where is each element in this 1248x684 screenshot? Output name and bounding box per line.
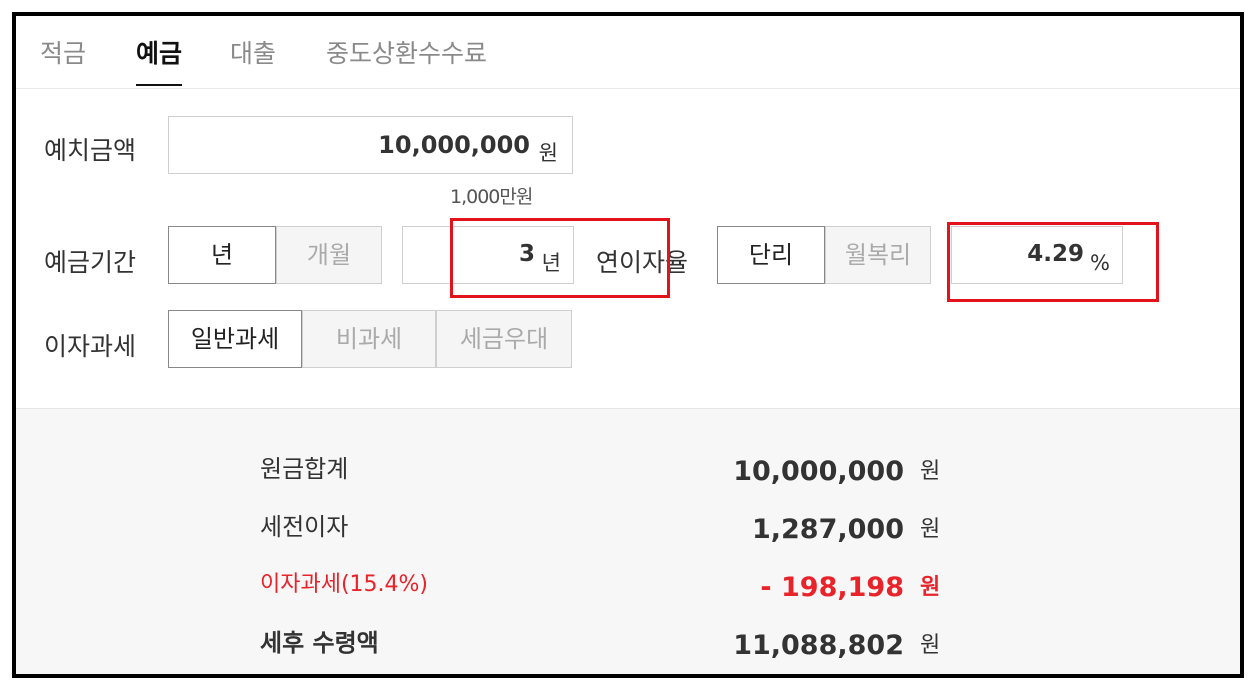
- tab-prepayment-fee[interactable]: 중도상환수수료: [326, 36, 487, 86]
- rate-value: 4.29: [1027, 241, 1084, 267]
- result-value-pretax-interest: 1,287,000: [751, 514, 904, 545]
- deposit-amount-unit: 원: [538, 141, 558, 165]
- result-unit-principal: 원: [920, 459, 941, 484]
- deposit-amount-value: 10,000,000: [378, 131, 530, 159]
- tab-deposit[interactable]: 예금: [136, 36, 183, 86]
- tax-label: 이자과세: [44, 332, 137, 361]
- result-label-interest-tax: 이자과세(15.4%): [260, 572, 429, 597]
- rate-monthly-compound-button[interactable]: 월복리: [825, 226, 931, 284]
- period-unit-year-button[interactable]: 년: [168, 226, 276, 284]
- result-label-principal: 원금합계: [260, 455, 349, 483]
- results-panel: 원금합계 10,000,000 원 세전이자 1,287,000 원 이자과세(…: [16, 408, 1240, 674]
- deposit-amount-input[interactable]: 10,000,000 원: [168, 116, 573, 174]
- result-value-interest-tax: - 198,198: [760, 572, 904, 603]
- tab-loan[interactable]: 대출: [230, 36, 276, 86]
- period-label: 예금기간: [44, 248, 137, 277]
- period-unit-month-button[interactable]: 개월: [276, 226, 382, 284]
- result-label-pretax-interest: 세전이자: [260, 513, 349, 541]
- rate-simple-button[interactable]: 단리: [717, 226, 825, 284]
- tab-bar: 적금 예금 대출 중도상환수수료: [16, 16, 1240, 89]
- period-value: 3: [518, 241, 535, 267]
- calculator-frame: 적금 예금 대출 중도상환수수료 예치금액 10,000,000 원 1,000…: [12, 12, 1244, 678]
- tax-exempt-button[interactable]: 비과세: [302, 310, 436, 368]
- period-input[interactable]: 3 년: [402, 226, 574, 284]
- result-unit-after-tax: 원: [920, 633, 941, 658]
- result-label-after-tax: 세후 수령액: [260, 629, 379, 657]
- deposit-amount-hint: 1,000만원: [450, 186, 533, 208]
- period-unit-text: 년: [541, 251, 561, 275]
- rate-input[interactable]: 4.29 %: [951, 226, 1123, 284]
- result-unit-pretax-interest: 원: [920, 517, 941, 542]
- tax-general-button[interactable]: 일반과세: [168, 310, 302, 368]
- result-unit-interest-tax: 원: [920, 575, 941, 600]
- rate-label: 연이자율: [596, 248, 689, 277]
- tab-savings[interactable]: 적금: [40, 36, 86, 86]
- result-value-after-tax: 11,088,802: [733, 630, 904, 661]
- deposit-amount-label: 예치금액: [44, 136, 137, 165]
- result-value-principal: 10,000,000: [733, 456, 904, 487]
- tax-preferential-button[interactable]: 세금우대: [436, 310, 572, 368]
- rate-unit-text: %: [1090, 251, 1110, 275]
